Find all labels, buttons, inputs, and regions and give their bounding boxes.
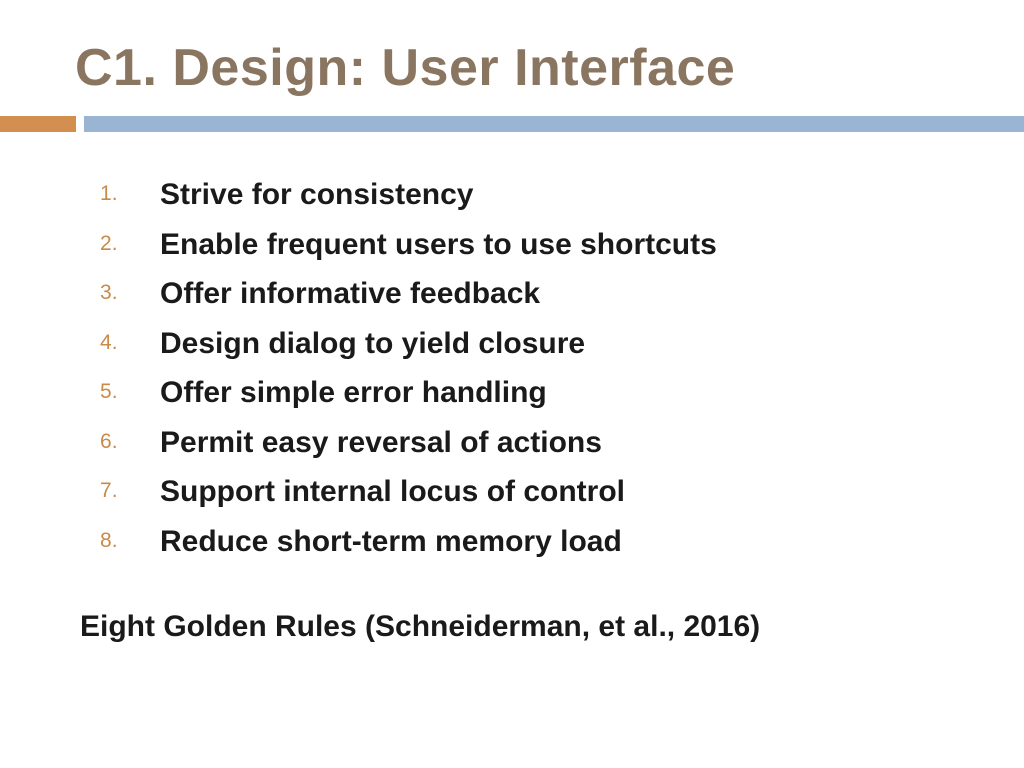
divider-orange-block	[0, 116, 76, 132]
list-item: Permit easy reversal of actions	[100, 418, 964, 468]
slide-title: C1. Design: User Interface	[0, 0, 1024, 116]
list-item: Offer informative feedback	[100, 269, 964, 319]
divider	[0, 116, 1024, 132]
rules-list: Strive for consistency Enable frequent u…	[100, 170, 964, 566]
slide-content: Strive for consistency Enable frequent u…	[0, 170, 1024, 644]
list-item: Design dialog to yield closure	[100, 319, 964, 369]
list-item: Offer simple error handling	[100, 368, 964, 418]
list-item: Reduce short-term memory load	[100, 517, 964, 567]
divider-gap	[76, 116, 84, 132]
list-item: Strive for consistency	[100, 170, 964, 220]
list-item: Support internal locus of control	[100, 467, 964, 517]
divider-blue-bar	[84, 116, 1024, 132]
footer-citation: Eight Golden Rules (Schneiderman, et al.…	[80, 610, 964, 644]
list-item: Enable frequent users to use shortcuts	[100, 220, 964, 270]
